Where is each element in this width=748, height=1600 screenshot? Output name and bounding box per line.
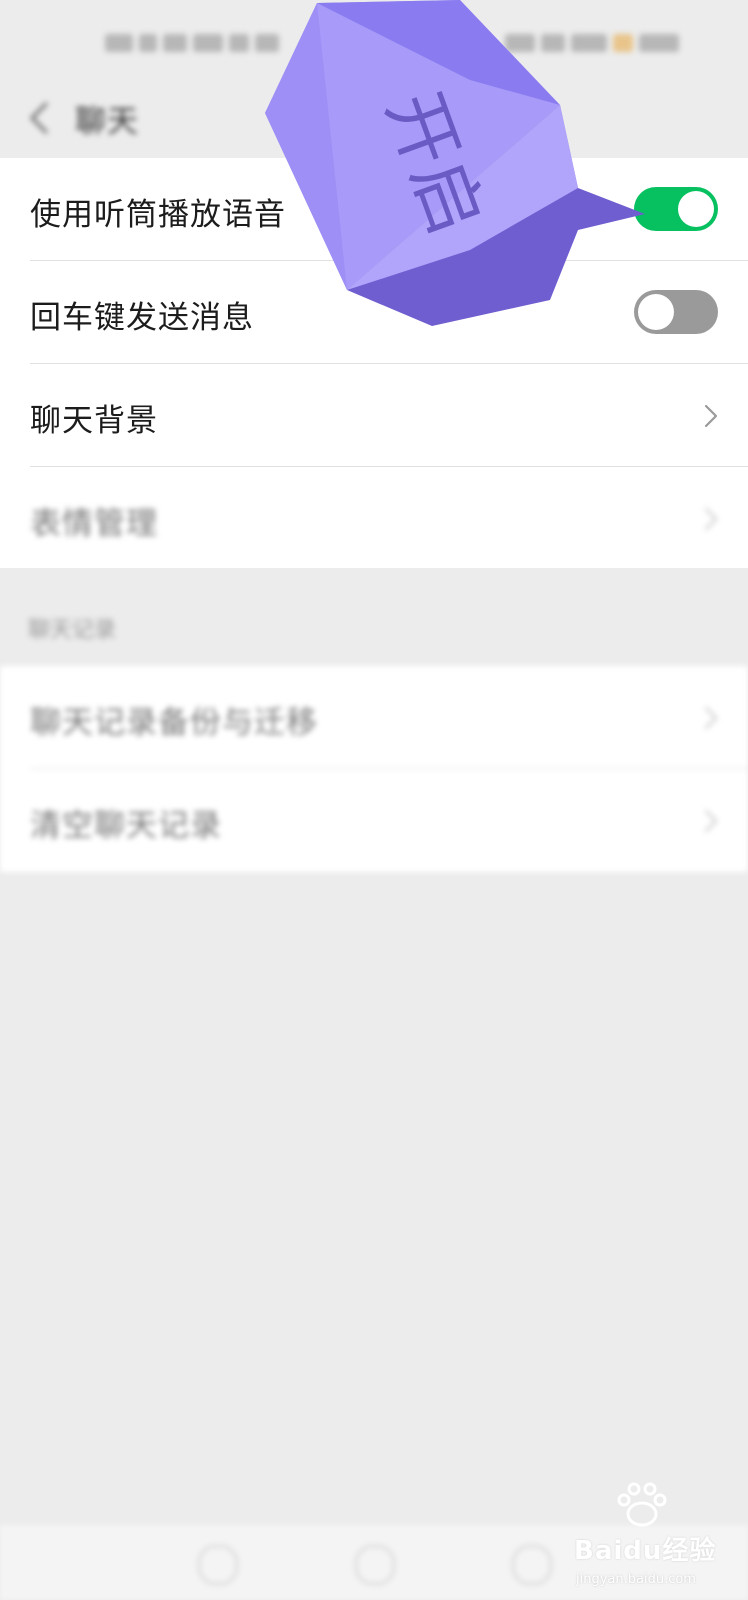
- setting-label: 使用听筒播放语音: [30, 197, 286, 233]
- setting-row-sticker-management[interactable]: 表情管理: [0, 467, 748, 570]
- toggle-knob: [678, 191, 714, 227]
- setting-label: 表情管理: [30, 506, 158, 542]
- nav-recent-icon[interactable]: [512, 1545, 552, 1585]
- nav-home-icon[interactable]: [355, 1545, 395, 1585]
- setting-label: 清空聊天记录: [30, 808, 222, 844]
- chevron-right-icon: [704, 809, 718, 833]
- setting-row-clear-history[interactable]: 清空聊天记录: [0, 769, 748, 872]
- setting-label: 回车键发送消息: [30, 300, 254, 336]
- setting-row-backup[interactable]: 聊天记录备份与迁移: [0, 666, 748, 769]
- chevron-right-icon: [704, 706, 718, 730]
- watermark-brand: Baidu经验: [574, 1536, 717, 1566]
- group-header-chat-history: 聊天记录: [28, 618, 117, 643]
- page-title: 聊天: [75, 104, 139, 140]
- chevron-right-icon: [704, 404, 718, 428]
- chevron-right-icon: [704, 507, 718, 531]
- watermark: Baidu经验 jingyan.baidu.com: [560, 1480, 740, 1600]
- setting-label: 聊天记录备份与迁移: [30, 705, 318, 741]
- back-arrow-icon[interactable]: [28, 100, 50, 136]
- watermark-site: jingyan.baidu.com: [576, 1572, 696, 1587]
- annotation-sticker: 开启: [265, 0, 645, 326]
- setting-row-chat-background[interactable]: 聊天背景: [0, 364, 748, 467]
- nav-back-icon[interactable]: [198, 1545, 238, 1585]
- setting-label: 聊天背景: [30, 403, 158, 439]
- paw-logo-icon: [617, 1482, 667, 1527]
- settings-group-chat-history: 聊天记录备份与迁移 清空聊天记录: [0, 666, 748, 872]
